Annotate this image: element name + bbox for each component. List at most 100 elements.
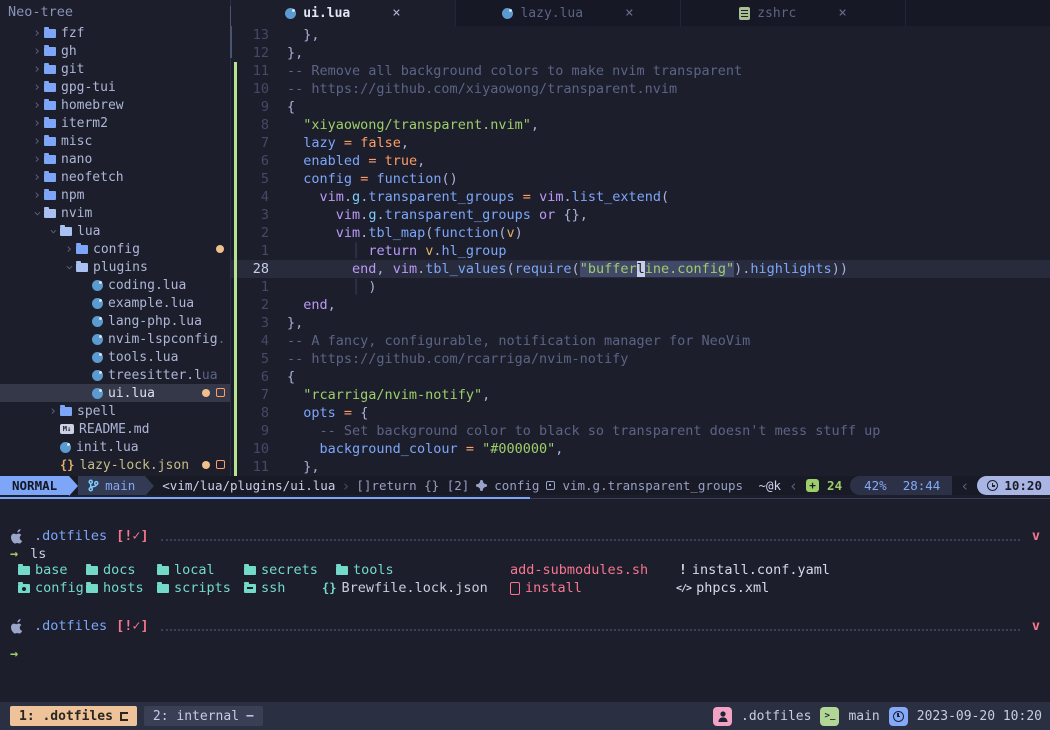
tree-item-example.lua[interactable]: example.lua — [0, 294, 230, 312]
pane-flag-icon — [120, 712, 128, 721]
folder-icon — [44, 137, 56, 146]
tree-item-config[interactable]: ›config — [0, 240, 230, 258]
token: require — [515, 261, 572, 277]
code-line[interactable]: 6 enabled = true, — [231, 152, 1050, 170]
code-line[interactable]: 5 config = function() — [231, 170, 1050, 188]
tab-zshrc[interactable]: zshrc× — [681, 0, 906, 26]
token — [287, 243, 352, 259]
code-line[interactable]: 8 "xiyaowong/transparent.nvim", — [231, 116, 1050, 134]
tree-item-label: misc — [61, 134, 92, 149]
code-line[interactable]: 11-- Remove all background colors to mak… — [231, 62, 1050, 80]
breadcrumb: []return {} [2]configvim.g.transparent_g… — [356, 478, 743, 493]
close-icon[interactable]: × — [625, 5, 633, 21]
tree-item-coding.lua[interactable]: coding.lua — [0, 276, 230, 294]
mode-indicator: NORMAL — [0, 476, 69, 495]
token: "buffer — [580, 261, 637, 277]
close-icon[interactable]: × — [392, 5, 400, 21]
tmux-window-2internal[interactable]: 2: internal− — [144, 706, 263, 726]
tree-item-treesitter.lua[interactable]: treesitter.lua — [0, 366, 230, 384]
code-text: "rcarriga/nvim-notify", — [269, 386, 490, 404]
code-line[interactable]: 1 │ ) — [231, 278, 1050, 296]
code-text: -- A fancy, configurable, notification m… — [269, 332, 750, 350]
code-line[interactable]: 3}, — [231, 314, 1050, 332]
git-sign-column — [231, 332, 239, 350]
token: config — [303, 171, 352, 187]
tree-item-spell[interactable]: ›spell — [0, 402, 230, 420]
tree-item-gh[interactable]: ›gh — [0, 42, 230, 60]
code-line[interactable]: 4 vim.g.transparent_groups = vim.list_ex… — [231, 188, 1050, 206]
chevron-left-icon: ‹ — [960, 477, 969, 495]
line-number: 1 — [239, 278, 269, 296]
tree-item-nano[interactable]: ›nano — [0, 150, 230, 168]
code-line[interactable]: 10-- https://github.com/xiyaowong/transp… — [231, 80, 1050, 98]
line-number: 3 — [239, 314, 269, 332]
line-number: 11 — [239, 62, 269, 80]
code-line[interactable]: 2 vim.tbl_map(function(v) — [231, 224, 1050, 242]
cursor: l — [637, 261, 645, 277]
tree-item-lua[interactable]: ›lua — [0, 222, 230, 240]
close-icon[interactable]: × — [838, 5, 846, 21]
code-line[interactable]: 11 }, — [231, 458, 1050, 476]
tab-label: lazy.lua — [520, 6, 583, 21]
tree-item-nvim-lspconfig.[interactable]: nvim-lspconfig. — [0, 330, 230, 348]
tree-item-nvim[interactable]: ›nvim — [0, 204, 230, 222]
git-sign-column — [231, 152, 239, 170]
code-line[interactable]: 28 end, vim.tbl_values(require("bufferli… — [231, 260, 1050, 278]
code-line[interactable]: 12}, — [231, 44, 1050, 62]
breadcrumb-segment: config — [494, 478, 539, 493]
tab-lazy.lua[interactable]: lazy.lua × — [456, 0, 681, 26]
token — [376, 153, 384, 169]
tree-item-git[interactable]: ›git — [0, 60, 230, 78]
code-line[interactable]: 8 opts = { — [231, 404, 1050, 422]
chevron-right-icon: › — [30, 152, 44, 167]
code-line[interactable]: 6{ — [231, 368, 1050, 386]
terminal-badge-icon: >_ — [820, 707, 839, 726]
code-line[interactable]: 13 }, — [231, 26, 1050, 44]
code-line[interactable]: 4-- A fancy, configurable, notification … — [231, 332, 1050, 350]
code-line[interactable]: 10 background_colour = "#000000", — [231, 440, 1050, 458]
tree-item-ui.lua[interactable]: ui.lua — [0, 384, 230, 402]
tmux-window-1.dotfiles[interactable]: 1: .dotfiles — [10, 706, 137, 726]
ls-entry-label: add-submodules.sh — [510, 562, 648, 578]
tree-item-init.lua[interactable]: init.lua — [0, 438, 230, 456]
token: or — [539, 207, 555, 223]
tree-item-misc[interactable]: ›misc — [0, 132, 230, 150]
token: ine.config" — [645, 261, 734, 277]
terminal-pane[interactable]: .dotfiles[!✓]v.dotfiles[!✓]v→ls→basedocs… — [0, 500, 1050, 702]
tab-ui.lua[interactable]: ui.lua× — [231, 0, 456, 26]
tree-item-fzf[interactable]: ›fzf — [0, 24, 230, 42]
ls-entry-label: install — [525, 580, 582, 596]
code-line[interactable]: 1 │ return v.hl_group — [231, 242, 1050, 260]
tree-item-lang-php.lua[interactable]: lang-php.lua — [0, 312, 230, 330]
tree-item-gpg-tui[interactable]: ›gpg-tui — [0, 78, 230, 96]
neotree-sidebar[interactable]: Neo-tree ›fzf›gh›git›gpg-tui›homebrew›it… — [0, 0, 230, 476]
code-line[interactable]: 9{ — [231, 98, 1050, 116]
editor-pane[interactable]: ui.lua×lazy.lua×zshrc× 13 },12},11-- Rem… — [231, 0, 1050, 476]
tree-item-homebrew[interactable]: ›homebrew — [0, 96, 230, 114]
code-line[interactable]: 2 end, — [231, 296, 1050, 314]
git-sign-column — [231, 44, 239, 62]
code-line[interactable]: 7 "rcarriga/nvim-notify", — [231, 386, 1050, 404]
apple-icon — [10, 618, 25, 634]
lua-icon — [92, 316, 103, 327]
clock-icon — [893, 711, 904, 722]
folder-icon — [18, 566, 30, 575]
folder-icon — [86, 566, 98, 575]
code-line[interactable]: 9 -- Set background color to black so tr… — [231, 422, 1050, 440]
code-line[interactable]: 7 lazy = false, — [231, 134, 1050, 152]
tree-item-lazy-lock.json[interactable]: lazy-lock.json — [0, 456, 230, 474]
tree-item-npm[interactable]: ›npm — [0, 186, 230, 204]
code-line[interactable]: 3 vim.g.transparent_groups or {}, — [231, 206, 1050, 224]
tmux-windows: 1: .dotfiles 2: internal− — [10, 706, 270, 726]
code-text: end, — [269, 296, 336, 314]
code-line[interactable]: 5-- https://github.com/rcarriga/nvim-not… — [231, 350, 1050, 368]
tree-item-neofetch[interactable]: ›neofetch — [0, 168, 230, 186]
tree-item-tools.lua[interactable]: tools.lua — [0, 348, 230, 366]
tree-item-README.md[interactable]: README.md — [0, 420, 230, 438]
command-line[interactable]: → — [10, 645, 18, 663]
tree-item-label: npm — [61, 188, 84, 203]
tree-item-plugins[interactable]: ›plugins — [0, 258, 230, 276]
token: . — [344, 189, 352, 205]
tree-item-iterm2[interactable]: ›iterm2 — [0, 114, 230, 132]
folder-icon — [157, 584, 169, 593]
